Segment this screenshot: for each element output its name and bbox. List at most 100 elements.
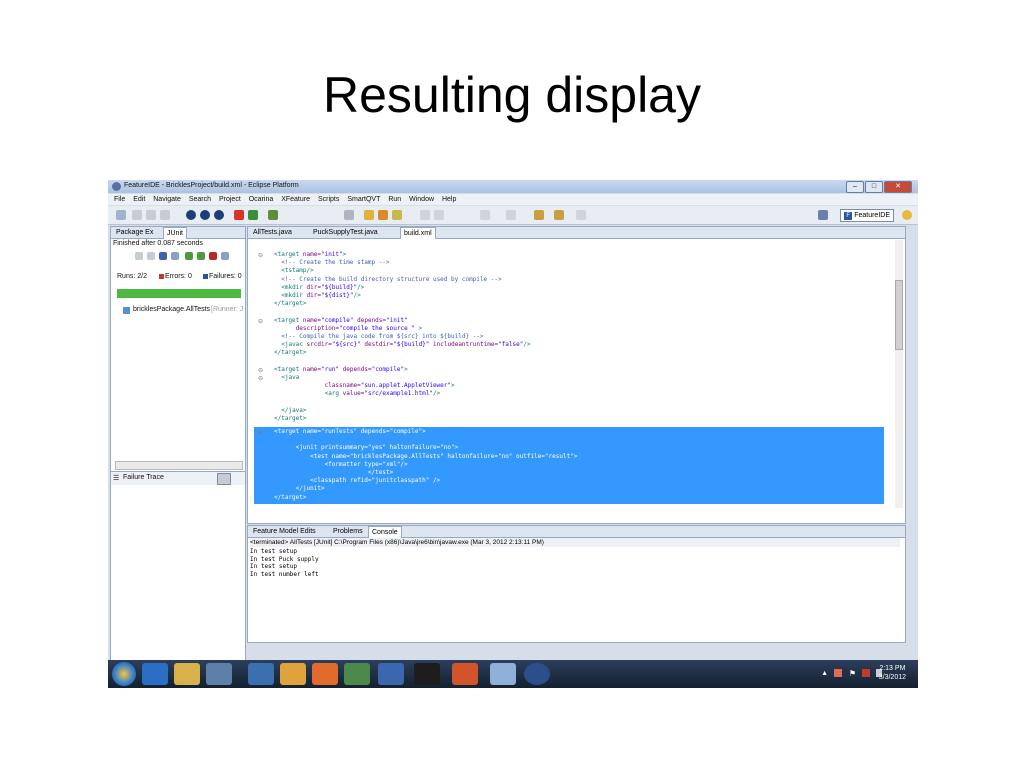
wand-icon[interactable] bbox=[392, 210, 402, 220]
menu-xfeature[interactable]: XFeature bbox=[281, 194, 310, 205]
maximize-button[interactable]: □ bbox=[865, 181, 883, 193]
hierarchy-icon[interactable] bbox=[344, 210, 354, 220]
menu-run[interactable]: Run bbox=[388, 194, 401, 205]
fold-init[interactable]: ⊖ bbox=[258, 252, 263, 259]
editor-vertical-scrollbar[interactable] bbox=[895, 240, 903, 508]
console-output[interactable]: In test setup In test Puck supply In test … bbox=[250, 548, 319, 578]
eclipse-window: FeatureIDE - BricklesProject/build.xml -… bbox=[108, 180, 918, 688]
fold-java[interactable]: ⊖ bbox=[258, 375, 263, 382]
fold-run[interactable]: ⊖ bbox=[258, 367, 263, 374]
filter-trace-icon[interactable] bbox=[217, 473, 231, 485]
windows-taskbar: ▲ ⚑ 2:13 PM 3/3/2012 bbox=[108, 660, 918, 688]
open-task-icon[interactable] bbox=[378, 210, 388, 220]
minimize-button[interactable]: – bbox=[846, 181, 864, 193]
nav-back-icon[interactable] bbox=[554, 210, 564, 220]
globe-icon[interactable] bbox=[524, 663, 550, 685]
open-type-icon[interactable] bbox=[364, 210, 374, 220]
java-icon[interactable] bbox=[490, 663, 516, 685]
editor-tabs: AllTests.java PuckSupplyTest.java build.… bbox=[248, 227, 905, 239]
menu-window[interactable]: Window bbox=[409, 194, 434, 205]
menu-search[interactable]: Search bbox=[189, 194, 211, 205]
window-titlebar[interactable]: FeatureIDE - BricklesProject/build.xml -… bbox=[108, 180, 918, 193]
checkmark-icon[interactable] bbox=[248, 210, 258, 220]
network-icon[interactable] bbox=[862, 669, 870, 677]
next-failure-icon[interactable] bbox=[135, 252, 143, 260]
editor-area: AllTests.java PuckSupplyTest.java build.… bbox=[247, 226, 906, 524]
run-icon[interactable] bbox=[200, 210, 210, 220]
new-icon[interactable] bbox=[116, 210, 126, 220]
tab-package-explorer[interactable]: Package Ex bbox=[113, 227, 156, 238]
test-suite-icon bbox=[123, 307, 130, 314]
fold-runtests[interactable]: ⊖ bbox=[258, 429, 263, 436]
rerun-failed-icon[interactable] bbox=[197, 252, 205, 260]
external-tools-icon[interactable] bbox=[214, 210, 224, 220]
menu-navigate[interactable]: Navigate bbox=[153, 194, 181, 205]
ie-icon[interactable] bbox=[142, 663, 168, 685]
tray-up-icon[interactable]: ▲ bbox=[821, 670, 828, 677]
console-line: In test setup bbox=[250, 548, 297, 555]
scroll-lock-icon[interactable] bbox=[171, 252, 179, 260]
save-icon[interactable] bbox=[132, 210, 142, 220]
console-line: In test Puck supply bbox=[250, 555, 319, 563]
arrow-icon[interactable] bbox=[234, 210, 244, 220]
eclipse-task-icon[interactable] bbox=[248, 663, 274, 685]
print-icon[interactable] bbox=[160, 210, 170, 220]
menu-smartqvt[interactable]: SmartQVT bbox=[347, 194, 380, 205]
tab-build-xml[interactable]: build.xml bbox=[400, 227, 436, 239]
tab-feature-model-edits[interactable]: Feature Model Edits bbox=[250, 526, 319, 537]
test-item[interactable]: bricklesPackage.AllTests bbox=[133, 306, 210, 313]
nav-forward-icon[interactable] bbox=[576, 210, 586, 220]
annotation-icon[interactable] bbox=[420, 210, 430, 220]
word-icon[interactable] bbox=[378, 663, 404, 685]
menu-project[interactable]: Project bbox=[219, 194, 241, 205]
open-perspective-icon[interactable] bbox=[818, 210, 828, 220]
terminated-label: <terminated> AllTests [JUnit] C:\Program… bbox=[250, 538, 900, 547]
forward-icon[interactable] bbox=[506, 210, 516, 220]
annotation-next-icon[interactable] bbox=[434, 210, 444, 220]
menu-edit[interactable]: Edit bbox=[133, 194, 145, 205]
perspective-featureide[interactable]: F FeatureIDE bbox=[840, 209, 894, 222]
app-icon[interactable] bbox=[206, 663, 232, 685]
clock[interactable]: 2:13 PM 3/3/2012 bbox=[879, 664, 906, 682]
powerpoint-icon[interactable] bbox=[452, 663, 478, 685]
prev-edit-icon[interactable] bbox=[534, 210, 544, 220]
search-icon[interactable] bbox=[268, 210, 278, 220]
junit-view: Package Ex JUnit Finished after 0.087 se… bbox=[110, 226, 246, 664]
error-icon bbox=[159, 274, 164, 279]
tab-problems[interactable]: Problems bbox=[330, 526, 366, 537]
flag-icon[interactable]: ⚑ bbox=[849, 669, 856, 678]
fold-compile[interactable]: ⊖ bbox=[258, 318, 263, 325]
media-icon[interactable] bbox=[344, 663, 370, 685]
tab-console[interactable]: Console bbox=[368, 526, 402, 538]
selected-code[interactable]: <target name="runTests" depends="compile… bbox=[274, 428, 577, 502]
menu-help[interactable]: Help bbox=[442, 194, 456, 205]
show-failures-icon[interactable] bbox=[159, 252, 167, 260]
start-button[interactable] bbox=[112, 662, 136, 686]
prev-failure-icon[interactable] bbox=[147, 252, 155, 260]
tab-junit[interactable]: JUnit bbox=[163, 227, 187, 239]
close-button[interactable]: ✕ bbox=[884, 181, 912, 193]
cmd-icon[interactable] bbox=[414, 663, 440, 685]
code-view[interactable]: <target name="init"> <!-- Create the tim… bbox=[274, 251, 531, 423]
explorer-icon[interactable] bbox=[174, 663, 200, 685]
tab-alltests[interactable]: AllTests.java bbox=[250, 227, 295, 238]
menu-file[interactable]: File bbox=[114, 194, 125, 205]
rerun-icon[interactable] bbox=[185, 252, 193, 260]
failure-icon bbox=[203, 274, 208, 279]
console-line: In test number left bbox=[250, 570, 319, 578]
perspective-label: FeatureIDE bbox=[854, 212, 890, 219]
tray-icon[interactable] bbox=[834, 669, 842, 677]
tab-pucksupplytest[interactable]: PuckSupplyTest.java bbox=[310, 227, 381, 238]
back-icon[interactable] bbox=[480, 210, 490, 220]
mail-icon[interactable] bbox=[280, 663, 306, 685]
save-all-icon[interactable] bbox=[146, 210, 156, 220]
debug-icon[interactable] bbox=[186, 210, 196, 220]
java-perspective-icon[interactable] bbox=[902, 210, 912, 220]
menu-ocarina[interactable]: Ocarina bbox=[249, 194, 274, 205]
history-icon[interactable] bbox=[221, 252, 229, 260]
left-horizontal-scrollbar[interactable] bbox=[115, 461, 243, 470]
stop-icon[interactable] bbox=[209, 252, 217, 260]
menu-scripts[interactable]: Scripts bbox=[318, 194, 339, 205]
editor-scroll-thumb[interactable] bbox=[895, 280, 903, 350]
firefox-icon[interactable] bbox=[312, 663, 338, 685]
